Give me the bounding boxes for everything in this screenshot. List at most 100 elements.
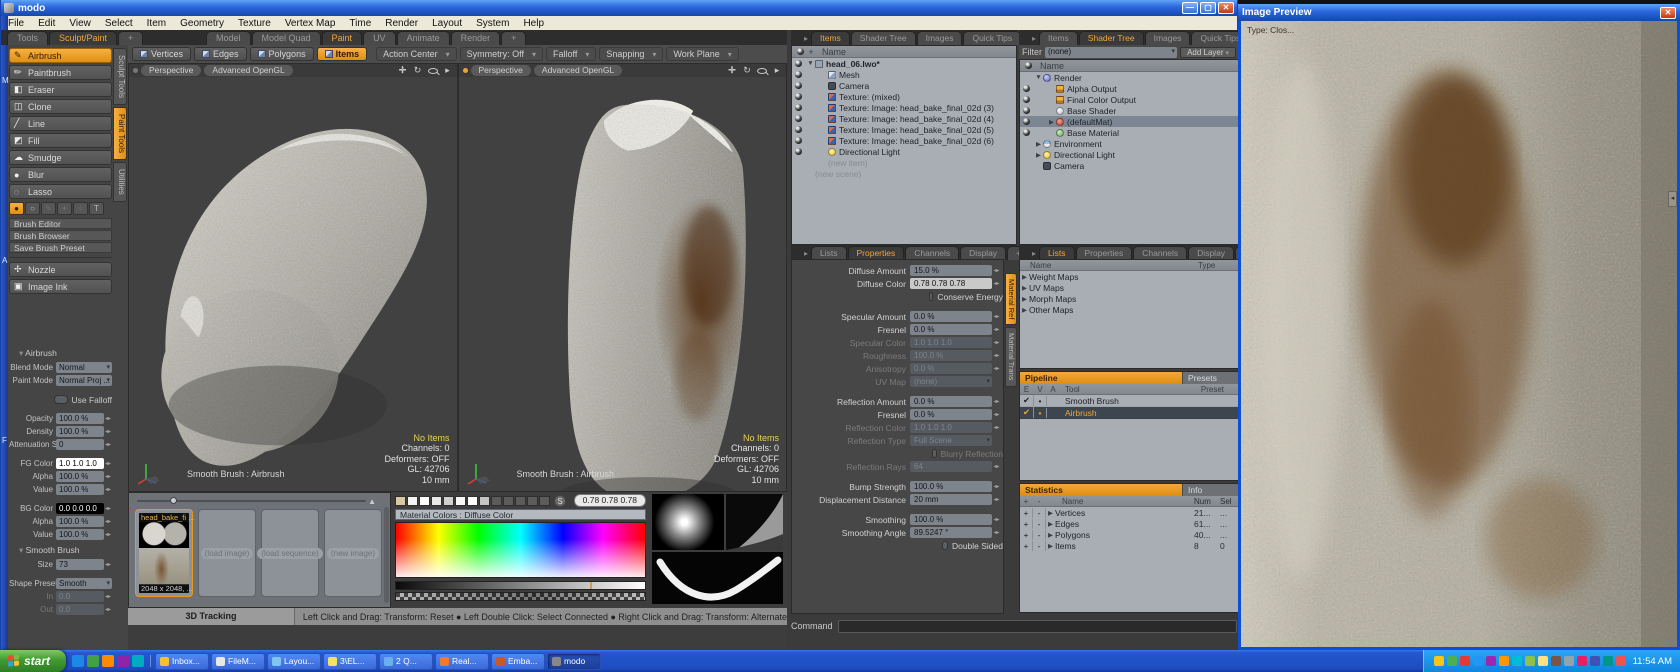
tool-eraser[interactable]: ◧Eraser — [9, 82, 112, 97]
shader-row-render[interactable]: ▼Render — [1020, 72, 1238, 83]
pan-icon[interactable]: ✛ — [398, 65, 408, 76]
enable-check-icon[interactable]: ✔ — [1020, 407, 1034, 418]
visibility-toggle[interactable] — [792, 125, 804, 135]
items-panel-tab-shader-tree[interactable]: Shader Tree — [851, 31, 916, 45]
visibility-toggle[interactable] — [1020, 95, 1032, 105]
tray-icon-12[interactable] — [1590, 656, 1600, 666]
shader-row-camera[interactable]: Camera — [1020, 160, 1238, 171]
anisotropy-field[interactable]: 0.0 % — [910, 363, 992, 374]
thumbnail-size-slider[interactable]: ▲ — [137, 497, 376, 505]
color-swatch-0[interactable] — [395, 496, 406, 506]
list-row-other-maps[interactable]: ▶Other Maps — [1020, 304, 1238, 315]
tray-icon-10[interactable] — [1564, 656, 1574, 666]
stepper-icon[interactable]: ◂▸ — [992, 326, 1001, 333]
uv-map-field[interactable]: (none) — [910, 376, 992, 387]
stepper-icon[interactable]: ◂▸ — [992, 352, 1001, 359]
falloff-dropdown[interactable]: Falloff — [546, 47, 596, 61]
item-row-texture-image-head-bake-final-02d-4[interactable]: Texture: Image: head_bake_final_02d (4) — [792, 113, 1016, 124]
color-swatch-7[interactable] — [479, 496, 490, 506]
disclosure-right-icon[interactable]: ▶ — [1020, 295, 1029, 303]
value-marker[interactable] — [590, 582, 592, 589]
visibility-toggle[interactable] — [792, 114, 804, 124]
shader-panel-tab-images[interactable]: Images — [1145, 31, 1191, 45]
brush-browser-button[interactable]: Brush Browser — [9, 230, 112, 241]
viewport-right[interactable]: Perspective Advanced OpenGL ✛ ↻ ▸ — [458, 63, 788, 492]
workspace-tab-sculpt-paint[interactable]: Sculpt/Paint — [49, 31, 117, 45]
visible-dot-icon[interactable]: • — [1034, 408, 1047, 418]
task-button-inbox[interactable]: Inbox... — [155, 653, 209, 670]
fresnel-field[interactable]: 0.0 % — [910, 324, 992, 335]
brush-tip-white-dot-button[interactable]: ○ — [25, 202, 40, 215]
tray-icon-4[interactable] — [1486, 656, 1496, 666]
disclosure-right-icon[interactable]: ▶ — [1020, 273, 1029, 281]
menu-time[interactable]: Time — [342, 18, 378, 29]
color-swatch-5[interactable] — [455, 496, 466, 506]
fg-color-field[interactable]: 1.0 1.0 1.0 — [56, 458, 104, 469]
color-swatch-12[interactable] — [539, 496, 550, 506]
stepper-icon[interactable]: ◂▸ — [992, 463, 1001, 470]
collapse-minus-icon[interactable]: - — [1033, 541, 1046, 551]
menu-layout[interactable]: Layout — [425, 18, 469, 29]
brush-tip-text-button[interactable]: T — [89, 202, 104, 215]
quick-launch-icon-0[interactable] — [72, 655, 84, 667]
shader-row-defaultmat[interactable]: ▶(defaultMat) — [1020, 116, 1238, 127]
color-swatch-4[interactable] — [443, 496, 454, 506]
rotate-icon[interactable]: ↻ — [413, 65, 423, 76]
task-button-emba[interactable]: Emba... — [491, 653, 545, 670]
stepper-icon[interactable]: ◂▸ — [992, 280, 1001, 287]
zoom-icon[interactable] — [757, 68, 767, 74]
side-tab-material-trans[interactable]: Material Trans — [1005, 327, 1017, 387]
collapse-minus-icon[interactable]: - — [1033, 530, 1046, 540]
brush-tip-pen-button[interactable]: ✎ — [41, 202, 56, 215]
value-field[interactable]: 100.0 % — [56, 484, 104, 495]
disclosure-right-icon[interactable]: ▶ — [1020, 306, 1029, 314]
info-header[interactable]: Info — [1182, 484, 1238, 496]
lists-panel-tab-lists[interactable]: Lists — [1039, 246, 1074, 260]
tool-line[interactable]: ╱Line — [9, 116, 112, 131]
item-row-texture-image-head-bake-final-02d-3[interactable]: Texture: Image: head_bake_final_02d (3) — [792, 102, 1016, 113]
disclosure-right-icon[interactable]: ▶ — [1046, 520, 1055, 528]
tool-category-tab-utilities[interactable]: Utilities — [113, 162, 127, 202]
shader-row-final-color-output[interactable]: Final Color Output — [1020, 94, 1238, 105]
enable-check-icon[interactable]: ✔ — [1020, 395, 1034, 406]
task-button-layou[interactable]: Layou... — [267, 653, 321, 670]
saturation-button[interactable]: S — [554, 495, 566, 507]
stepper-icon[interactable]: ◂▸ — [992, 398, 1001, 405]
stepper-icon[interactable]: ◂▸ — [992, 483, 1001, 490]
use-falloff-checkbox[interactable] — [54, 395, 67, 404]
shape-preset-field[interactable]: Smooth — [56, 578, 112, 589]
task-button-modo[interactable]: modo — [547, 653, 601, 670]
image-cell-load-image[interactable]: (load image) — [198, 509, 256, 597]
layout-tab-animate[interactable]: Animate — [397, 31, 450, 45]
tool-airbrush[interactable]: ✎Airbrush — [9, 48, 112, 63]
menu-item[interactable]: Item — [140, 18, 173, 29]
mode-polygons-button[interactable]: Polygons — [250, 47, 314, 61]
reflection-rays-field[interactable]: 64 — [910, 461, 992, 472]
list-row-weight-maps[interactable]: ▶Weight Maps — [1020, 271, 1238, 282]
lists-panel-tab-display[interactable]: Display — [1188, 246, 1234, 260]
tab-scroll-arrow-icon[interactable]: ▸ — [804, 34, 808, 43]
disclosure-down-icon[interactable]: ▼ — [806, 60, 815, 67]
image-cell-new-image[interactable]: (new image) — [324, 509, 382, 597]
double-sided-checkbox[interactable] — [942, 541, 948, 550]
pipeline-row-smooth-brush[interactable]: ✔•Smooth Brush — [1020, 395, 1238, 407]
save-brush-preset-button[interactable]: Save Brush Preset — [9, 242, 112, 253]
item-row-new-scene[interactable]: (new scene) — [792, 168, 1016, 179]
alpha-field[interactable]: 100.0 % — [56, 516, 104, 527]
symmetry-off-dropdown[interactable]: Symmetry: Off — [460, 47, 543, 61]
alpha-checker-bar[interactable] — [395, 592, 646, 601]
expand-plus-icon[interactable]: + — [1020, 508, 1033, 518]
visibility-toggle[interactable] — [1020, 117, 1032, 127]
tray-icon-6[interactable] — [1512, 656, 1522, 666]
density-field[interactable]: 100.0 % — [56, 426, 104, 437]
roughness-field[interactable]: 100.0 % — [910, 350, 992, 361]
menu-view[interactable]: View — [62, 18, 98, 29]
visibility-toggle[interactable] — [792, 59, 804, 69]
stepper-icon[interactable]: ◂▸ — [992, 424, 1001, 431]
visibility-toggle[interactable] — [792, 103, 804, 113]
stepper-icon[interactable]: ◂▸ — [992, 339, 1001, 346]
command-input[interactable] — [838, 620, 1237, 633]
task-button-3-el[interactable]: 3\EL... — [323, 653, 377, 670]
viewport-shading-tab[interactable]: Advanced OpenGL — [204, 65, 292, 76]
bg-color-field[interactable]: 0.0 0.0 0.0 — [56, 503, 104, 514]
